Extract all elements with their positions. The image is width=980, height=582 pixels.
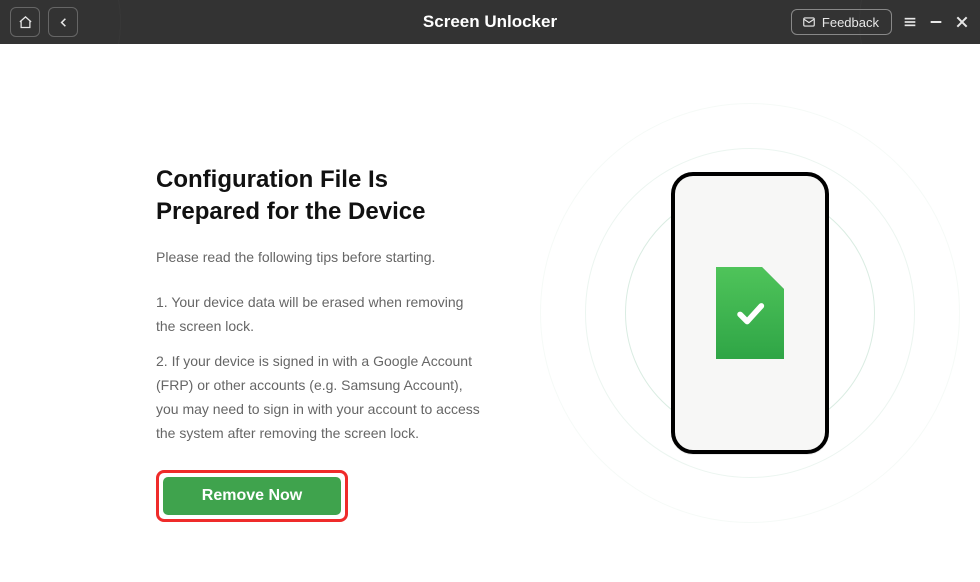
main-content: Configuration File Is Prepared for the D… [0,44,980,582]
app-title: Screen Unlocker [423,12,557,32]
mail-icon [802,15,816,29]
feedback-button[interactable]: Feedback [791,9,892,35]
document-check-icon [716,267,784,359]
illustration-area [520,44,980,582]
back-button[interactable] [48,7,78,37]
page-heading: Configuration File Is Prepared for the D… [156,164,480,229]
tip-2: 2. If your device is signed in with a Go… [156,350,480,445]
minimize-button[interactable] [928,14,944,30]
minimize-icon [928,14,944,30]
page-subtitle: Please read the following tips before st… [156,249,480,265]
close-icon [954,14,970,30]
feedback-label: Feedback [822,15,879,30]
menu-icon [902,13,918,31]
tip-1: 1. Your device data will be erased when … [156,291,480,339]
phone-illustration [671,172,829,454]
remove-now-highlight: Remove Now [156,470,348,522]
close-button[interactable] [954,14,970,30]
home-icon [18,15,33,30]
remove-now-button[interactable]: Remove Now [163,477,341,515]
check-icon [733,296,767,330]
title-bar: Screen Unlocker Feedback [0,0,980,44]
chevron-left-icon [56,15,71,30]
home-button[interactable] [10,7,40,37]
menu-button[interactable] [902,14,918,30]
